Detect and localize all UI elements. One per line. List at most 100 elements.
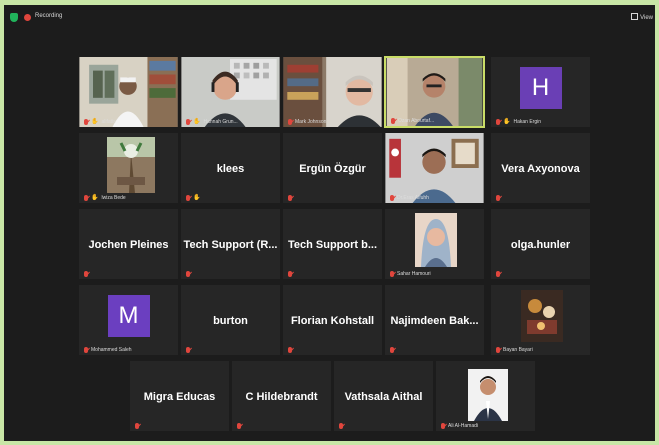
participant-name: Jochen Pleines (88, 239, 169, 251)
video-feed (385, 133, 484, 203)
participant-name: C Hildebrandt (245, 391, 318, 403)
participant-label (135, 423, 142, 429)
participant-name: Dr.Eras Alfuhh (397, 195, 429, 201)
participant-name: burton (213, 315, 248, 327)
participant-name: Vera Axyonova (501, 163, 580, 175)
participant-label: Bayan Bayari (496, 347, 533, 353)
participant-tile[interactable]: M Mohammed Saleh (78, 284, 179, 356)
participant-label (288, 195, 295, 201)
participant-tile[interactable]: Dr.Eras Alfuhh (384, 132, 485, 204)
participant-label (496, 271, 503, 277)
grid-view-icon (631, 13, 639, 20)
participant-name: Sahar Hamouri (397, 271, 431, 277)
mic-muted-icon (84, 194, 88, 201)
participant-label (390, 347, 397, 353)
participant-name: Mohammed Saleh (91, 347, 132, 353)
participant-tile[interactable]: klees ✋ (180, 132, 281, 204)
participant-label (288, 347, 295, 353)
participant-label: ✋ lwiza Bede (84, 194, 126, 201)
mic-muted-icon (186, 271, 190, 277)
participant-name: Ali Al-Hamadi (448, 423, 479, 429)
mic-muted-icon (84, 271, 88, 277)
raised-hand-icon: ✋ (503, 119, 511, 125)
participant-name: olga.hunler (510, 239, 571, 251)
participant-tile[interactable]: Mark Johnson (282, 56, 383, 128)
participant-tile[interactable]: Vathsala Aithal (333, 360, 434, 432)
participant-label: Dr.Eras Alfuhh (390, 195, 429, 201)
participant-tile[interactable]: Vera Axyonova (490, 132, 591, 204)
participant-tile[interactable]: Tech Support b... (282, 208, 383, 280)
mic-muted-icon (84, 118, 88, 125)
profile-photo (415, 213, 457, 267)
participant-label (339, 423, 346, 429)
participant-tile[interactable]: burton (180, 284, 281, 356)
participant-name: Mark Johnson (295, 119, 327, 125)
mic-muted-icon (288, 195, 292, 201)
mic-muted-icon (288, 119, 292, 125)
mic-muted-icon (237, 423, 241, 429)
participant-name: Hakan Ergin (513, 118, 541, 125)
participant-name: klees (216, 163, 245, 175)
participant-name: Tech Support b... (287, 239, 377, 251)
mic-muted-icon (496, 271, 500, 277)
mic-muted-icon (288, 271, 292, 277)
video-feed (283, 57, 382, 127)
mic-muted-icon (496, 118, 500, 125)
mic-muted-icon (441, 423, 445, 429)
security-shield-icon (10, 13, 18, 22)
participant-name: Vathsala Aithal (344, 391, 423, 403)
raised-hand-icon: ✋ (193, 195, 201, 201)
participant-label: ✋ Hannah Grun... (186, 118, 238, 125)
participant-tile[interactable]: Bayan Bayari (490, 284, 591, 356)
participant-tile[interactable]: Tech Support (R... (180, 208, 281, 280)
mic-muted-icon (84, 347, 88, 353)
participant-tile-active-speaker[interactable]: Ozan Abourtaf... (384, 56, 485, 128)
participant-name: Ergün Özgür (299, 163, 366, 175)
mic-muted-icon (391, 118, 395, 124)
participant-name: lwiza Bede (101, 194, 126, 201)
avatar: H (519, 67, 562, 109)
mic-muted-icon (186, 194, 190, 201)
participant-tile[interactable]: C Hildebrandt (231, 360, 332, 432)
participant-label: Sahar Hamouri (390, 271, 431, 277)
raised-hand-icon: ✋ (91, 119, 99, 125)
participant-tile[interactable]: Najimdeen Bak... (384, 284, 485, 356)
profile-photo (521, 290, 563, 342)
participant-tile[interactable]: olga.hunler (490, 208, 591, 280)
participant-tile[interactable]: ✋ alifatis (78, 56, 179, 128)
profile-photo (107, 137, 155, 193)
participant-tile[interactable]: Jochen Pleines (78, 208, 179, 280)
mic-muted-icon (186, 347, 190, 353)
participant-label (186, 347, 193, 353)
participant-name: Bayan Bayari (503, 347, 533, 353)
participant-tile[interactable]: Ali Al-Hamadi (435, 360, 536, 432)
zoom-gallery-window: Recording View ✋ alifatis ✋ Hannah Grun.… (4, 5, 655, 441)
profile-photo (468, 369, 508, 421)
participant-name: Hannah Grun... (203, 118, 238, 125)
participant-label (237, 423, 244, 429)
avatar: M (107, 295, 150, 337)
participant-label (84, 271, 91, 277)
participant-label (288, 271, 295, 277)
view-button[interactable]: View (631, 13, 653, 21)
mic-muted-icon (496, 347, 500, 353)
top-bar: Recording View (4, 5, 655, 27)
participant-name: Migra Educas (143, 391, 216, 403)
participant-tile[interactable]: Sahar Hamouri (384, 208, 485, 280)
mic-muted-icon (135, 423, 139, 429)
participant-tile[interactable]: ✋ Hannah Grun... (180, 56, 281, 128)
participant-label: Ozan Abourtaf... (391, 118, 434, 124)
participant-tile[interactable]: H ✋ Hakan Ergin (490, 56, 591, 128)
participant-label (496, 195, 503, 201)
raised-hand-icon: ✋ (91, 195, 99, 201)
participant-label (186, 271, 193, 277)
participant-name: Tech Support (R... (183, 239, 278, 251)
participant-label: Mark Johnson (288, 119, 326, 125)
participant-tile[interactable]: Florian Kohstall (282, 284, 383, 356)
participant-label: ✋ alifatis (84, 118, 116, 125)
participant-label: ✋ Hakan Ergin (496, 118, 541, 125)
participant-tile[interactable]: Ergün Özgür (282, 132, 383, 204)
mic-muted-icon (390, 271, 394, 277)
participant-tile[interactable]: ✋ lwiza Bede (78, 132, 179, 204)
participant-tile[interactable]: Migra Educas (129, 360, 230, 432)
